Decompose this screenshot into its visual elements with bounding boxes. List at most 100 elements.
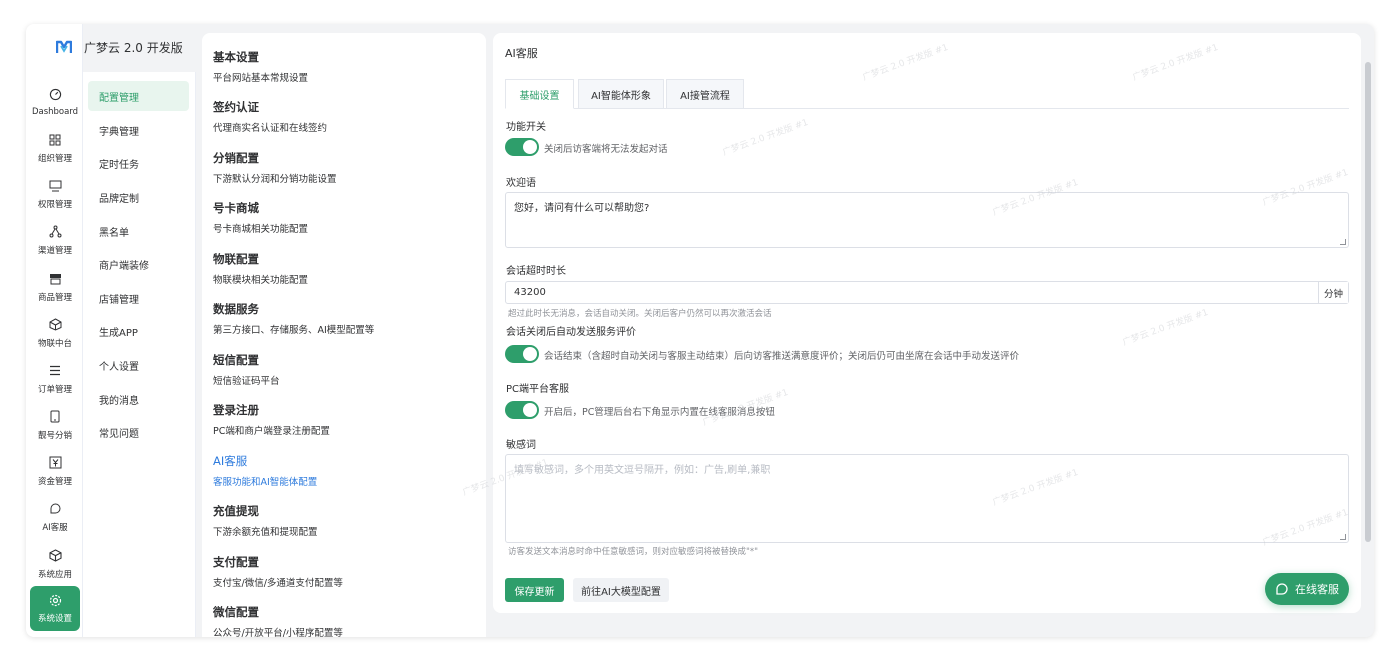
gear-icon bbox=[48, 593, 62, 607]
settings-item-title: AI客服 bbox=[213, 454, 248, 468]
cube-icon bbox=[48, 318, 62, 332]
monitor-icon bbox=[48, 179, 62, 193]
settings-item-login[interactable]: 登录注册 PC端和商户端登录注册配置 bbox=[213, 402, 473, 437]
submenu-item-brand[interactable]: 品牌定制 bbox=[88, 182, 189, 212]
goto-llm-config-button[interactable]: 前往AI大模型配置 bbox=[573, 578, 669, 602]
rail-label: 商品管理 bbox=[37, 292, 72, 303]
rail-item-fund[interactable]: 资金管理 bbox=[30, 450, 80, 492]
settings-item-data-service[interactable]: 数据服务 第三方接口、存储服务、AI模型配置等 bbox=[213, 301, 473, 336]
rail-label: 权限管理 bbox=[37, 199, 72, 210]
logo-icon bbox=[56, 40, 72, 53]
feature-switch-toggle[interactable] bbox=[505, 138, 539, 156]
settings-item-basic[interactable]: 基本设置 平台网站基本常规设置 bbox=[213, 49, 473, 84]
settings-item-desc: 号卡商城相关功能配置 bbox=[213, 224, 309, 235]
rail-item-ai-service[interactable]: AI客服 bbox=[30, 496, 80, 538]
feature-switch-label: 功能开关 bbox=[506, 122, 546, 133]
settings-item-payment[interactable]: 支付配置支付宝/微信/多通道支付配置等 bbox=[213, 554, 473, 589]
sensitive-textarea[interactable]: 填写敏感词，多个用英文逗号隔开，例如：广告,刷单,兼职 bbox=[505, 454, 1349, 543]
tab-ai-avatar[interactable]: AI智能体形象 bbox=[578, 79, 664, 109]
submenu-item-build-app[interactable]: 生成APP bbox=[88, 316, 189, 346]
settings-item-title: 物联配置 bbox=[213, 252, 259, 266]
rail-item-order[interactable]: 订单管理 bbox=[30, 358, 80, 400]
settings-item-sign[interactable]: 签约认证代理商实名认证和在线签约 bbox=[213, 99, 473, 134]
rating-desc: 会话结束（含超时自动关闭与客服主动结束）后向访客推送满意度评价；关闭后仍可由坐席… bbox=[544, 351, 1020, 362]
submenu-item-config[interactable]: 配置管理 bbox=[88, 81, 189, 111]
box-icon bbox=[48, 549, 62, 563]
rating-switch-toggle[interactable] bbox=[505, 345, 539, 363]
rail-item-permission[interactable]: 权限管理 bbox=[30, 173, 80, 215]
page-scrollbar[interactable] bbox=[1365, 62, 1371, 542]
ai-service-panel: AI客服 基础设置 AI智能体形象 AI接管流程 功能开关 关闭后访客端将无法发… bbox=[493, 33, 1361, 613]
timeout-label: 会话超时时长 bbox=[506, 266, 566, 277]
network-icon bbox=[48, 225, 62, 239]
chat-icon bbox=[48, 502, 62, 516]
rail-label: 靓号分销 bbox=[37, 430, 72, 441]
app-title: 广梦云 2.0 开发版 bbox=[84, 41, 183, 55]
submenu-item-cron[interactable]: 定时任务 bbox=[88, 148, 189, 178]
settings-item-wechat[interactable]: 微信配置 公众号/开放平台/小程序配置等 bbox=[213, 604, 473, 637]
rail-item-org[interactable]: 组织管理 bbox=[30, 127, 80, 169]
settings-item-title: 支付配置 bbox=[213, 555, 259, 569]
rail-item-system-settings[interactable]: 系统设置 bbox=[30, 586, 80, 631]
settings-submenu: 配置管理 字典管理 定时任务 品牌定制 黑名单 商户端装修 店铺管理 生成APP… bbox=[83, 72, 196, 637]
rail-label: 资金管理 bbox=[37, 476, 72, 487]
rail-item-number[interactable]: 靓号分销 bbox=[30, 404, 80, 446]
page-title: AI客服 bbox=[505, 47, 538, 60]
settings-item-title: 微信配置 bbox=[213, 605, 259, 619]
feature-switch-desc: 关闭后访客端将无法发起对话 bbox=[544, 144, 668, 155]
yuan-icon bbox=[48, 456, 62, 470]
submenu-item-personal[interactable]: 个人设置 bbox=[88, 350, 189, 380]
settings-item-title: 充值提现 bbox=[213, 504, 259, 518]
rail-item-goods[interactable]: 商品管理 bbox=[30, 266, 80, 308]
rail-item-channel[interactable]: 渠道管理 bbox=[30, 219, 80, 261]
settings-item-desc: 客服功能和AI智能体配置 bbox=[213, 477, 318, 488]
resize-grip-icon[interactable] bbox=[1340, 239, 1346, 245]
settings-item-card-mall[interactable]: 号卡商城号卡商城相关功能配置 bbox=[213, 200, 473, 235]
settings-item-title: 登录注册 bbox=[213, 403, 259, 417]
settings-item-ai-service[interactable]: AI客服客服功能和AI智能体配置 bbox=[213, 453, 473, 488]
timeout-input[interactable]: 43200 分钟 bbox=[505, 281, 1349, 304]
settings-item-desc: 代理商实名认证和在线签约 bbox=[213, 123, 328, 134]
grid-icon bbox=[48, 133, 62, 147]
submenu-item-faq[interactable]: 常见问题 bbox=[88, 417, 189, 447]
settings-item-title: 基本设置 bbox=[213, 50, 259, 64]
settings-item-distribution[interactable]: 分销配置 下游默认分润和分销功能设置 bbox=[213, 150, 473, 185]
rail-label: 物联中台 bbox=[37, 338, 72, 349]
rail-item-dashboard[interactable]: Dashboard bbox=[30, 81, 80, 123]
rail-label: 系统应用 bbox=[37, 569, 72, 580]
settings-item-desc: 支付宝/微信/多通道支付配置等 bbox=[213, 578, 343, 589]
settings-item-iot[interactable]: 物联配置物联模块相关功能配置 bbox=[213, 251, 473, 286]
submenu-item-blacklist[interactable]: 黑名单 bbox=[88, 216, 189, 246]
pc-service-label: PC端平台客服 bbox=[506, 384, 570, 395]
settings-list: 基本设置 平台网站基本常规设置 签约认证代理商实名认证和在线签约 分销配置 下游默认… bbox=[202, 33, 486, 637]
tab-basic-settings[interactable]: 基础设置 bbox=[505, 79, 574, 109]
phone-icon bbox=[48, 410, 62, 424]
settings-item-sms[interactable]: 短信配置 短信验证码平台 bbox=[213, 352, 473, 387]
save-button[interactable]: 保存更新 bbox=[505, 578, 564, 602]
rail-item-iot[interactable]: 物联中台 bbox=[30, 312, 80, 354]
submenu-item-dictionary[interactable]: 字典管理 bbox=[88, 115, 189, 145]
settings-item-title: 短信配置 bbox=[213, 353, 259, 367]
tab-ai-takeover[interactable]: AI接管流程 bbox=[666, 79, 744, 109]
store-icon bbox=[48, 272, 62, 286]
settings-item-title: 数据服务 bbox=[213, 302, 259, 316]
resize-grip-icon[interactable] bbox=[1340, 534, 1346, 540]
submenu-item-merchant-decor[interactable]: 商户端装修 bbox=[88, 249, 189, 279]
pc-service-switch-toggle[interactable] bbox=[505, 401, 539, 419]
submenu-item-store[interactable]: 店铺管理 bbox=[88, 283, 189, 313]
tab-bar: 基础设置 AI智能体形象 AI接管流程 bbox=[505, 79, 1349, 109]
settings-item-recharge[interactable]: 充值提现 下游余额充值和提现配置 bbox=[213, 503, 473, 538]
settings-item-desc: 物联模块相关功能配置 bbox=[213, 275, 309, 286]
settings-item-title: 签约认证 bbox=[213, 100, 259, 114]
settings-item-title: 号卡商城 bbox=[213, 201, 259, 215]
greeting-label: 欢迎语 bbox=[506, 178, 536, 189]
rail-label: 系统设置 bbox=[37, 614, 72, 624]
submenu-item-messages[interactable]: 我的消息 bbox=[88, 384, 189, 414]
rail-item-system-app[interactable]: 系统应用 bbox=[30, 543, 80, 585]
rail-label: 组织管理 bbox=[37, 153, 72, 164]
sensitive-label: 敏感词 bbox=[506, 440, 536, 451]
app-window: 广梦云 2.0 开发版 Dashboard 组织管理 权限管理 渠道管理 商品管… bbox=[26, 24, 1374, 637]
rail-label: 订单管理 bbox=[37, 384, 72, 395]
online-service-button[interactable]: 在线客服 bbox=[1265, 573, 1349, 605]
greeting-textarea[interactable]: 您好，请问有什么可以帮助您? bbox=[505, 192, 1349, 248]
